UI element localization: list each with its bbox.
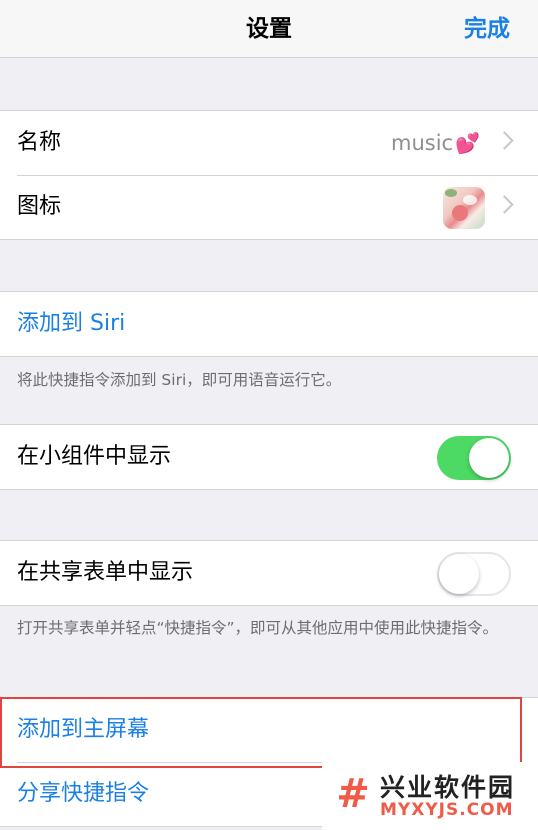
name-value: music 💕 bbox=[391, 111, 480, 175]
chevron-right-icon bbox=[495, 131, 514, 150]
navigation-bar: 设置 完成 bbox=[0, 0, 538, 58]
add-to-siri-row[interactable]: 添加到 Siri bbox=[0, 292, 538, 356]
share-sheet-label: 在共享表单中显示 bbox=[17, 560, 194, 585]
share-shortcut-button[interactable]: 分享快捷指令 bbox=[17, 762, 149, 826]
share-sheet-note: 打开共享表单并轻点“快捷指令”，即可从其他应用中使用此快捷指令。 bbox=[17, 619, 499, 637]
add-to-home-screen-row[interactable]: 添加到主屏幕 bbox=[0, 698, 538, 762]
name-row[interactable]: 名称 music 💕 bbox=[0, 111, 538, 175]
widget-label: 在小组件中显示 bbox=[17, 444, 172, 469]
toggle-knob bbox=[469, 438, 509, 478]
watermark-title: 兴业软件园 bbox=[380, 773, 516, 802]
app-thumbnail-icon bbox=[443, 187, 485, 229]
widget-toggle[interactable] bbox=[437, 436, 511, 480]
hash-logo-icon: # bbox=[336, 771, 370, 817]
chevron-right-icon bbox=[495, 195, 514, 214]
share-sheet-row: 在共享表单中显示 bbox=[0, 541, 538, 605]
widget-row: 在小组件中显示 bbox=[0, 425, 538, 489]
watermark: # 兴业软件园 MYXYJS.COM bbox=[322, 762, 538, 830]
heart-emoji: 💕 bbox=[455, 131, 480, 155]
details-group: 名称 music 💕 图标 bbox=[0, 110, 538, 240]
watermark-subtitle: MYXYJS.COM bbox=[380, 800, 514, 820]
icon-row[interactable]: 图标 bbox=[0, 175, 538, 239]
share-sheet-group: 在共享表单中显示 bbox=[0, 540, 538, 606]
page-title: 设置 bbox=[246, 16, 292, 42]
toggle-knob bbox=[439, 554, 479, 594]
add-to-home-screen-button[interactable]: 添加到主屏幕 bbox=[17, 698, 149, 762]
done-button[interactable]: 完成 bbox=[464, 0, 510, 58]
widget-group: 在小组件中显示 bbox=[0, 424, 538, 490]
siri-group: 添加到 Siri bbox=[0, 291, 538, 357]
name-label: 名称 bbox=[17, 130, 62, 155]
siri-note: 将此快捷指令添加到 Siri，即可用语音运行它。 bbox=[17, 371, 342, 389]
share-sheet-toggle[interactable] bbox=[437, 552, 511, 596]
icon-label: 图标 bbox=[17, 194, 62, 219]
add-to-siri-button[interactable]: 添加到 Siri bbox=[17, 292, 125, 356]
